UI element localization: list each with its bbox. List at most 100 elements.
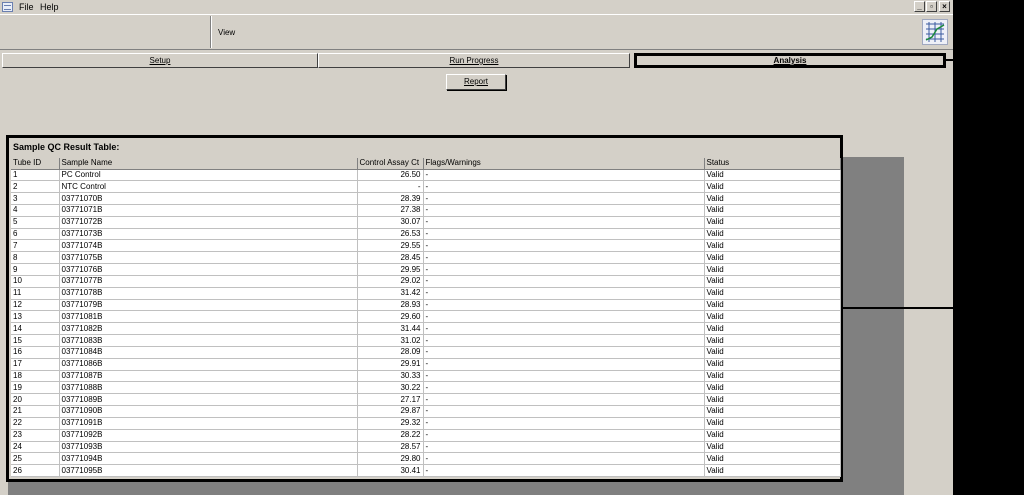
tab-analysis[interactable]: Analysis xyxy=(634,53,946,68)
cell-control-assay-ct: 30.33 xyxy=(357,370,424,383)
cell-flags-warnings: - xyxy=(423,441,705,454)
minimize-button[interactable]: _ xyxy=(914,1,925,12)
menu-file[interactable]: File xyxy=(19,2,34,12)
cell-tube-id: 13 xyxy=(11,310,60,324)
cell-control-assay-ct: 30.22 xyxy=(357,381,424,395)
cell-sample-name: 03771082B xyxy=(59,322,358,336)
cell-sample-name: NTC Control xyxy=(59,180,358,194)
cell-status: Valid xyxy=(704,358,841,371)
cell-tube-id: 26 xyxy=(11,464,60,478)
column-header-tube-id[interactable]: Tube ID xyxy=(11,158,60,170)
cell-control-assay-ct: 27.17 xyxy=(357,393,424,407)
cell-flags-warnings: - xyxy=(423,393,705,407)
table-row[interactable]: 25 03771094B 29.80- Valid xyxy=(11,452,841,466)
cell-sample-name: 03771074B xyxy=(59,239,358,253)
table-row[interactable]: 24 03771093B 28.57- Valid xyxy=(11,441,841,454)
cell-tube-id: 21 xyxy=(11,405,60,418)
table-row[interactable]: 7 03771074B 29.55- Valid xyxy=(11,239,841,253)
tab-run-progress[interactable]: Run Progress xyxy=(318,53,630,68)
table-row[interactable]: 17 03771086B 29.91- Valid xyxy=(11,358,841,371)
cell-flags-warnings: - xyxy=(423,464,705,478)
table-row[interactable]: 9 03771076B 29.95- Valid xyxy=(11,263,841,276)
cell-status: Valid xyxy=(704,180,841,194)
view-label[interactable]: View xyxy=(218,28,235,37)
table-row[interactable]: 1 PC Control 26.50- Valid xyxy=(11,169,841,182)
cell-sample-name: 03771093B xyxy=(59,441,358,454)
cell-flags-warnings: - xyxy=(423,346,705,359)
cell-sample-name: 03771095B xyxy=(59,464,358,478)
results-panel-background xyxy=(840,157,904,495)
cell-sample-name: 03771071B xyxy=(59,204,358,217)
menu-help[interactable]: Help xyxy=(40,2,59,12)
cell-sample-name: 03771076B xyxy=(59,263,358,276)
close-button[interactable]: × xyxy=(939,1,950,12)
report-button[interactable]: Report xyxy=(446,74,506,90)
table-row[interactable]: 14 03771082B 31.44- Valid xyxy=(11,322,841,336)
menu-bar: File Help _ ▫ × xyxy=(0,0,953,15)
cell-sample-name: 03771090B xyxy=(59,405,358,418)
qc-table-title: Sample QC Result Table: xyxy=(13,142,120,152)
sample-qc-result-panel: Sample QC Result Table: Tube ID Sample N… xyxy=(6,135,843,482)
cell-control-assay-ct: 27.38 xyxy=(357,204,424,217)
table-row[interactable]: 16 03771084B 28.09- Valid xyxy=(11,346,841,359)
cell-flags-warnings: - xyxy=(423,405,705,418)
column-header-flags-warnings[interactable]: Flags/Warnings xyxy=(423,158,705,170)
cell-flags-warnings: - xyxy=(423,358,705,371)
table-row[interactable]: 5 03771072B 30.07- Valid xyxy=(11,216,841,229)
column-header-control-assay-ct[interactable]: Control Assay Ct xyxy=(357,158,424,170)
toolbar: View xyxy=(0,15,953,50)
cell-flags-warnings: - xyxy=(423,370,705,383)
table-row[interactable]: 11 03771078B 31.42- Valid xyxy=(11,287,841,300)
table-row[interactable]: 13 03771081B 29.60- Valid xyxy=(11,310,841,324)
cell-sample-name: 03771075B xyxy=(59,251,358,265)
cell-status: Valid xyxy=(704,405,841,418)
cell-control-assay-ct: 26.50 xyxy=(357,169,424,182)
restore-button[interactable]: ▫ xyxy=(926,1,937,12)
cell-sample-name: 03771070B xyxy=(59,192,358,205)
table-row[interactable]: 23 03771092B 28.22- Valid xyxy=(11,429,841,442)
table-body: 1 PC Control 26.50- Valid 2 NTC Control - - Vali… xyxy=(11,169,841,478)
cell-sample-name: 03771081B xyxy=(59,310,358,324)
table-row[interactable]: 20 03771089B 27.17- Valid xyxy=(11,393,841,407)
cell-control-assay-ct: 29.02 xyxy=(357,275,424,288)
cell-status: Valid xyxy=(704,169,841,182)
app-grid-icon xyxy=(2,2,13,12)
cell-tube-id: 20 xyxy=(11,393,60,407)
cell-tube-id: 25 xyxy=(11,452,60,466)
cell-sample-name: 03771072B xyxy=(59,216,358,229)
cell-tube-id: 10 xyxy=(11,275,60,288)
table-row[interactable]: 26 03771095B 30.41- Valid xyxy=(11,464,841,478)
table-row[interactable]: 2 NTC Control - - Valid xyxy=(11,180,841,194)
table-row[interactable]: 3 03771070B 28.39- Valid xyxy=(11,192,841,205)
cell-flags-warnings: - xyxy=(423,228,705,241)
table-row[interactable]: 10 03771077B 29.02- Valid xyxy=(11,275,841,288)
table-row[interactable]: 8 03771075B 28.45- Valid xyxy=(11,251,841,265)
table-row[interactable]: 21 03771090B 29.87- Valid xyxy=(11,405,841,418)
table-row[interactable]: 19 03771088B 30.22- Valid xyxy=(11,381,841,395)
cell-sample-name: 03771089B xyxy=(59,393,358,407)
cell-flags-warnings: - xyxy=(423,251,705,265)
cell-control-assay-ct: 31.02 xyxy=(357,334,424,347)
cell-status: Valid xyxy=(704,334,841,347)
table-row[interactable]: 18 03771087B 30.33- Valid xyxy=(11,370,841,383)
column-header-sample-name[interactable]: Sample Name xyxy=(59,158,358,170)
table-row[interactable]: 6 03771073B 26.53- Valid xyxy=(11,228,841,241)
cell-tube-id: 23 xyxy=(11,429,60,442)
cell-flags-warnings: - xyxy=(423,275,705,288)
cell-status: Valid xyxy=(704,381,841,395)
cell-flags-warnings: - xyxy=(423,169,705,182)
cell-control-assay-ct: 31.42 xyxy=(357,287,424,300)
cell-flags-warnings: - xyxy=(423,204,705,217)
tab-setup[interactable]: Setup xyxy=(2,53,318,68)
cell-tube-id: 12 xyxy=(11,299,60,312)
cell-tube-id: 5 xyxy=(11,216,60,229)
table-row[interactable]: 15 03771083B 31.02- Valid xyxy=(11,334,841,347)
cell-tube-id: 9 xyxy=(11,263,60,276)
table-row[interactable]: 22 03771091B 29.32- Valid xyxy=(11,417,841,430)
table-row[interactable]: 12 03771079B 28.93- Valid xyxy=(11,299,841,312)
cell-status: Valid xyxy=(704,216,841,229)
column-header-status[interactable]: Status xyxy=(704,158,841,170)
cell-sample-name: 03771088B xyxy=(59,381,358,395)
cell-status: Valid xyxy=(704,251,841,265)
table-row[interactable]: 4 03771071B 27.38- Valid xyxy=(11,204,841,217)
